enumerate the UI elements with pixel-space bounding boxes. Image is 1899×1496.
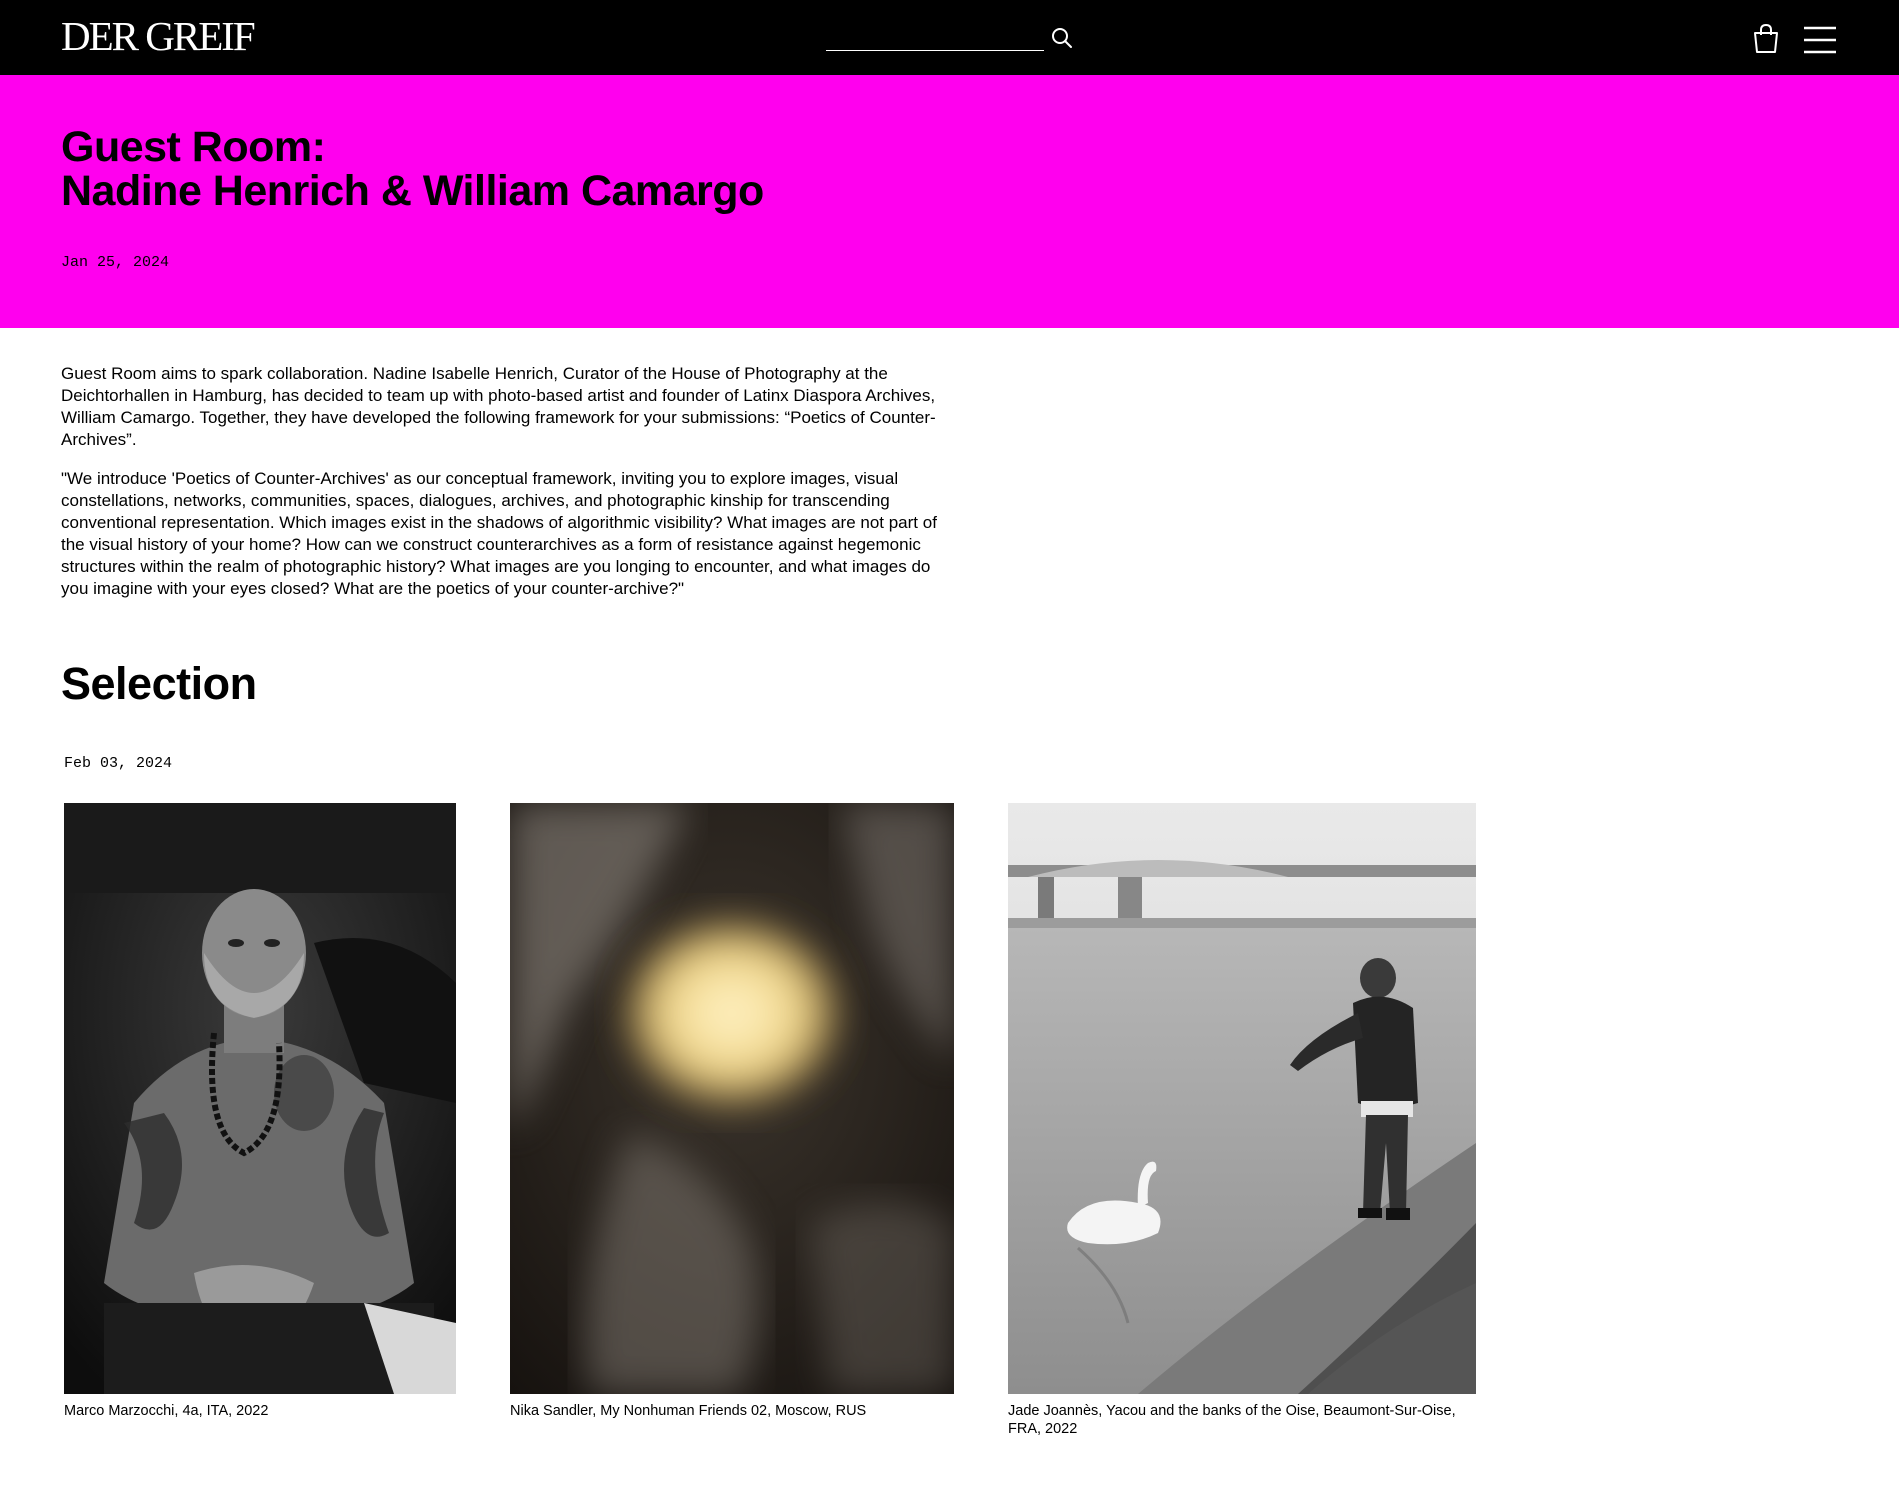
page-title: Guest Room: Nadine Henrich & William Cam… [61, 125, 764, 213]
page-title-line-1: Guest Room: [61, 123, 326, 171]
article-hero: Guest Room: Nadine Henrich & William Cam… [0, 75, 1899, 328]
site-logo[interactable]: DER GREIF [61, 14, 256, 59]
selection-heading: Selection [61, 658, 257, 709]
article-intro: Guest Room aims to spark collaboration. … [61, 363, 961, 617]
shopping-bag-icon[interactable] [1753, 24, 1779, 54]
photo-man-with-swan-image [1008, 803, 1476, 1394]
photo-blurred-light-image [510, 803, 954, 1394]
photo-caption-1: Marco Marzocchi, 4a, ITA, 2022 [64, 1403, 269, 1419]
publish-date: Jan 25, 2024 [61, 254, 170, 271]
search-bar [826, 22, 1074, 52]
intro-paragraph-1: Guest Room aims to spark collaboration. … [61, 364, 936, 449]
search-icon[interactable] [1050, 26, 1074, 50]
top-navigation-bar: DER GREIF [0, 0, 1899, 75]
intro-paragraph-2: "We introduce 'Poetics of Counter-Archiv… [61, 469, 937, 598]
hamburger-menu-icon[interactable] [1803, 26, 1837, 54]
selection-photo-marco-marzocchi[interactable] [64, 803, 456, 1394]
selection-photo-jade-joannes[interactable] [1008, 803, 1476, 1394]
photo-caption-3: Jade Joannès, Yacou and the banks of the… [1008, 1403, 1456, 1437]
selection-photo-nika-sandler[interactable] [510, 803, 954, 1394]
page-title-line-2: Nadine Henrich & William Camargo [61, 167, 764, 215]
selection-date: Feb 03, 2024 [64, 755, 173, 772]
search-input[interactable] [826, 22, 1044, 51]
photo-tattooed-man-image [64, 803, 456, 1394]
photo-caption-2: Nika Sandler, My Nonhuman Friends 02, Mo… [510, 1403, 867, 1419]
